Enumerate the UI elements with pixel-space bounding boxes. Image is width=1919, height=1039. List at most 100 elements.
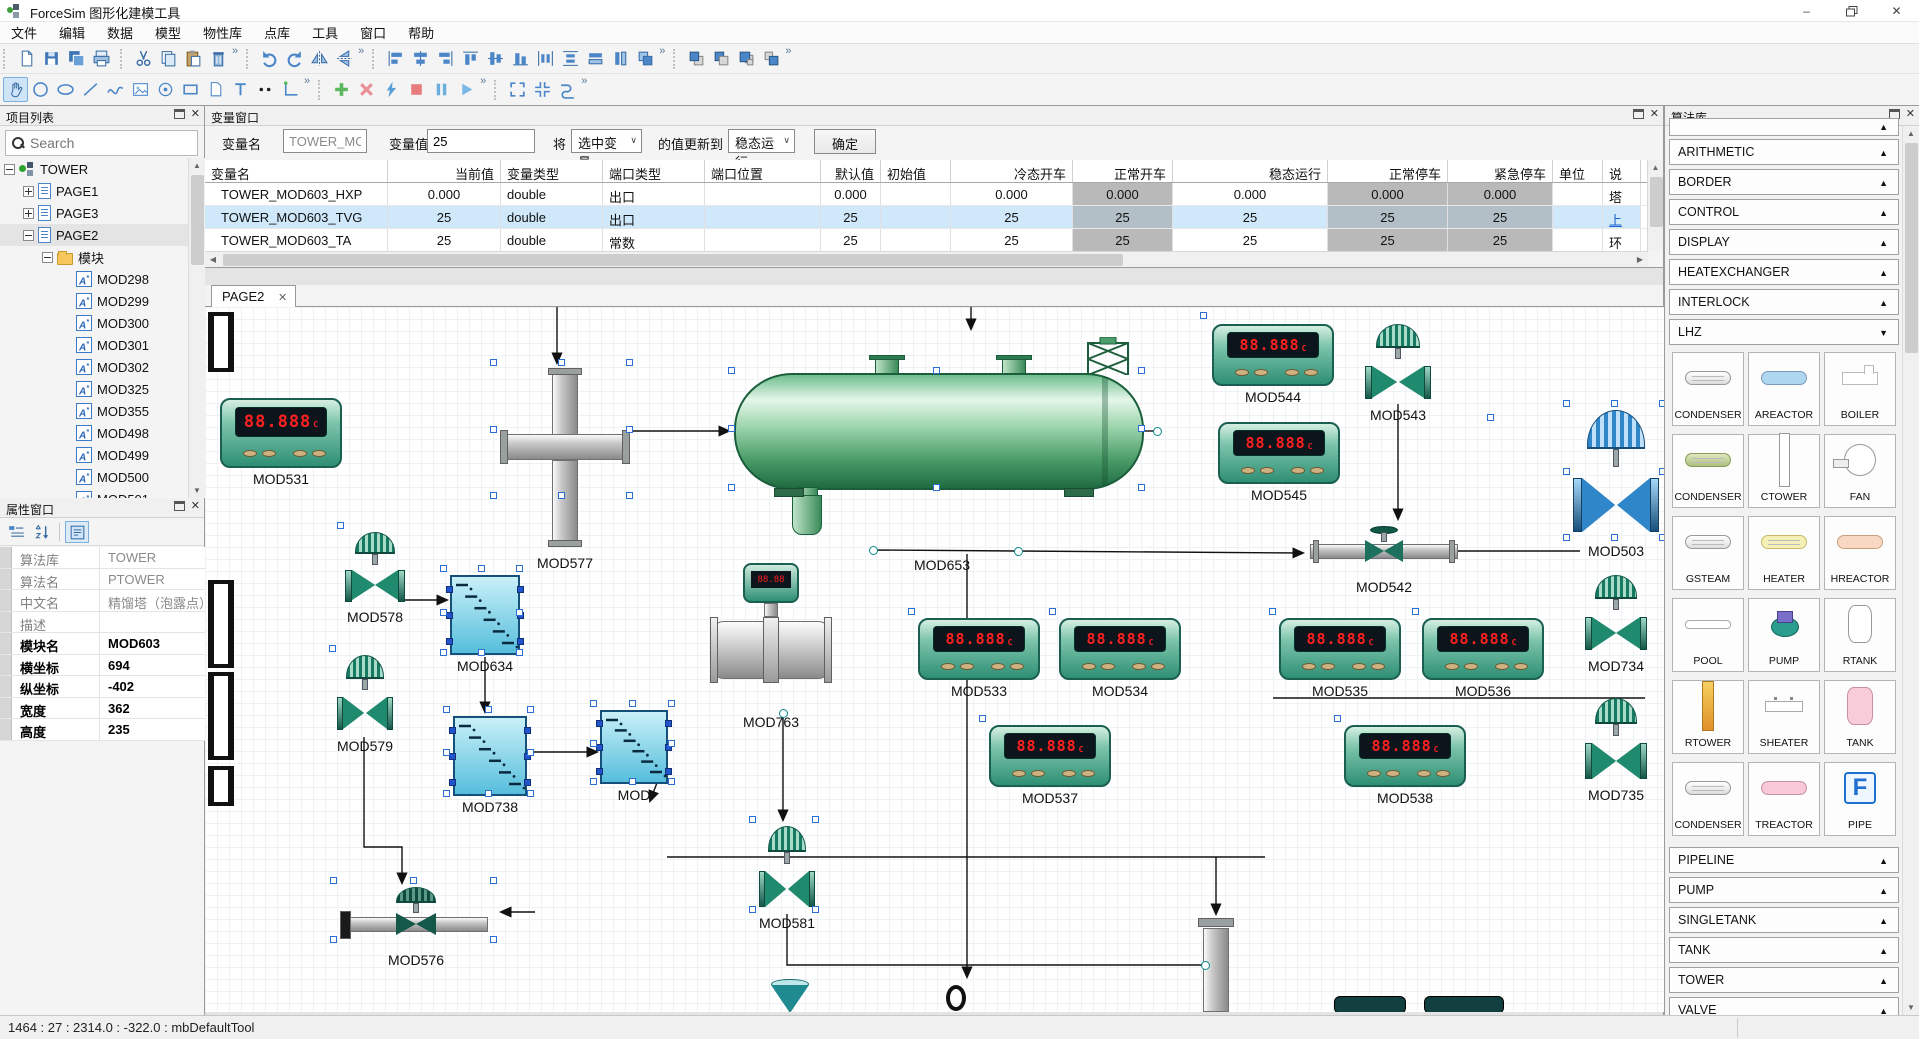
zoom-fit-button[interactable] — [505, 77, 530, 102]
diagram-canvas[interactable]: 88.888CMOD531MOD57788.888CMOD54488.888CM… — [205, 307, 1664, 1012]
traybox-MOD[interactable] — [600, 710, 668, 784]
overflow-chevron[interactable]: » — [358, 45, 364, 57]
traybox-MOD738[interactable] — [453, 716, 527, 796]
selection-handle[interactable] — [979, 715, 986, 722]
scroll-up-icon[interactable]: ▲ — [1648, 160, 1663, 175]
port-circle[interactable] — [1014, 547, 1023, 556]
vassembly-MOD542[interactable] — [1310, 526, 1458, 576]
variable-name-field[interactable] — [283, 129, 367, 153]
category-HEATEXCHANGER[interactable]: HEATEXCHANGER▲ — [1669, 259, 1899, 285]
overflow-chevron[interactable]: » — [232, 45, 238, 57]
darkbar[interactable] — [208, 580, 234, 668]
selection-handle[interactable] — [1659, 400, 1665, 407]
tree-item-PAGE1[interactable]: PAGE1 — [0, 180, 188, 202]
selection-handle[interactable] — [933, 367, 940, 374]
copy-button[interactable] — [156, 46, 181, 71]
tree-item-MOD298[interactable]: AMOD298 — [0, 268, 188, 290]
column-header-初始值[interactable]: 初始值 — [881, 160, 951, 182]
selection-handle[interactable] — [668, 778, 675, 785]
polyline-tool-button[interactable] — [253, 77, 278, 102]
update-mode-select[interactable]: 稳态运行 ∨ — [728, 129, 795, 153]
selection-handle[interactable] — [1049, 608, 1056, 615]
save-all-button[interactable] — [64, 46, 89, 71]
selection-handle[interactable] — [490, 877, 497, 884]
close-button[interactable]: ✕ — [1874, 0, 1919, 22]
scroll-thumb[interactable] — [223, 254, 1123, 266]
display-MOD538[interactable]: 88.888C — [1344, 725, 1466, 787]
display-MOD544[interactable]: 88.888C — [1212, 324, 1334, 386]
algo-item-CTOWER[interactable]: CTOWER — [1748, 434, 1820, 508]
display-MOD534[interactable]: 88.888C — [1059, 618, 1181, 680]
selection-handle[interactable] — [443, 706, 450, 713]
dock-icon[interactable] — [1633, 109, 1644, 119]
tree-expander-icon[interactable] — [42, 252, 53, 263]
menu-数据[interactable]: 数据 — [96, 21, 144, 44]
property-value[interactable]: 362 — [100, 698, 205, 719]
tree-scrollbar[interactable]: ▲▼ — [188, 158, 205, 498]
tree-item-MOD299[interactable]: AMOD299 — [0, 290, 188, 312]
algo-item-SHEATER[interactable]: SHEATER — [1748, 680, 1820, 754]
valve-MOD581[interactable] — [759, 826, 815, 912]
selection-handle[interactable] — [478, 649, 485, 656]
minimize-button[interactable]: – — [1784, 0, 1829, 22]
selection-handle[interactable] — [527, 790, 534, 797]
align-middle-button[interactable] — [483, 46, 508, 71]
align-top-button[interactable] — [458, 46, 483, 71]
category-VALVE[interactable]: VALVE▲ — [1669, 997, 1899, 1015]
tree-item-MOD501[interactable]: AMOD501 — [0, 488, 188, 498]
selection-handle[interactable] — [440, 649, 447, 656]
algo-item-AREACTOR[interactable]: AREACTOR — [1748, 352, 1820, 426]
category-partial[interactable]: ▲ — [1669, 118, 1899, 136]
menu-编辑[interactable]: 编辑 — [48, 21, 96, 44]
selection-handle[interactable] — [668, 740, 675, 747]
tree-item-MOD498[interactable]: AMOD498 — [0, 422, 188, 444]
selection-handle[interactable] — [1200, 312, 1207, 319]
category-BORDER[interactable]: BORDER▲ — [1669, 169, 1899, 195]
search-input[interactable] — [30, 135, 180, 151]
scroll-up-icon[interactable]: ▲ — [1903, 126, 1919, 141]
scroll-left-icon[interactable]: ◀ — [205, 252, 221, 268]
selection-handle[interactable] — [933, 484, 940, 491]
pan-tool-button[interactable] — [3, 77, 28, 102]
variable-value-field[interactable] — [427, 129, 535, 153]
pause-button[interactable] — [429, 77, 454, 102]
scroll-thumb[interactable] — [1905, 143, 1918, 353]
selection-handle[interactable] — [490, 426, 497, 433]
column-header-当前值[interactable]: 当前值 — [388, 160, 501, 182]
darkbar[interactable] — [208, 672, 234, 760]
labelOnly-MOD653[interactable]: MOD653 — [882, 557, 1002, 573]
menu-模型[interactable]: 模型 — [144, 21, 192, 44]
remove-button[interactable] — [354, 77, 379, 102]
selection-handle[interactable] — [908, 608, 915, 615]
tree-item-MOD301[interactable]: AMOD301 — [0, 334, 188, 356]
tree-item-TOWER[interactable]: TOWER — [0, 158, 188, 180]
selection-handle[interactable] — [1563, 400, 1570, 407]
column-header-正常停车[interactable]: 正常停车 — [1328, 160, 1448, 182]
category-PIPELINE[interactable]: PIPELINE▲ — [1669, 847, 1899, 873]
scroll-down-icon[interactable]: ▼ — [189, 483, 205, 498]
paste-button[interactable] — [181, 46, 206, 71]
menu-物性库[interactable]: 物性库 — [192, 21, 253, 44]
tree-expander-icon[interactable] — [4, 164, 15, 175]
selection-handle[interactable] — [749, 816, 756, 823]
selection-handle[interactable] — [1563, 534, 1570, 541]
category-PUMP[interactable]: PUMP▲ — [1669, 877, 1899, 903]
category-DISPLAY[interactable]: DISPLAY▲ — [1669, 229, 1899, 255]
column-header-默认值[interactable]: 默认值 — [821, 160, 881, 182]
selection-handle[interactable] — [490, 936, 497, 943]
selection-handle[interactable] — [626, 492, 633, 499]
algo-item-PUMP[interactable]: PUMP — [1748, 598, 1820, 672]
point-tool-button[interactable] — [153, 77, 178, 102]
overflow-chevron[interactable]: » — [480, 75, 486, 87]
variable-table-hscrollbar[interactable]: ◀ ▶ — [205, 251, 1648, 267]
darkbar[interactable] — [208, 312, 234, 372]
restore-button[interactable] — [1829, 0, 1874, 22]
valve-MOD543[interactable] — [1365, 324, 1431, 404]
port-circle[interactable] — [779, 709, 788, 718]
pumpdark[interactable] — [1424, 996, 1504, 1012]
property-pages-button[interactable] — [65, 521, 89, 543]
confirm-button[interactable]: 确定 — [814, 129, 876, 154]
algo-item-POOL[interactable]: POOL — [1672, 598, 1744, 672]
dock-icon[interactable] — [174, 109, 185, 119]
undo-button[interactable] — [257, 46, 282, 71]
